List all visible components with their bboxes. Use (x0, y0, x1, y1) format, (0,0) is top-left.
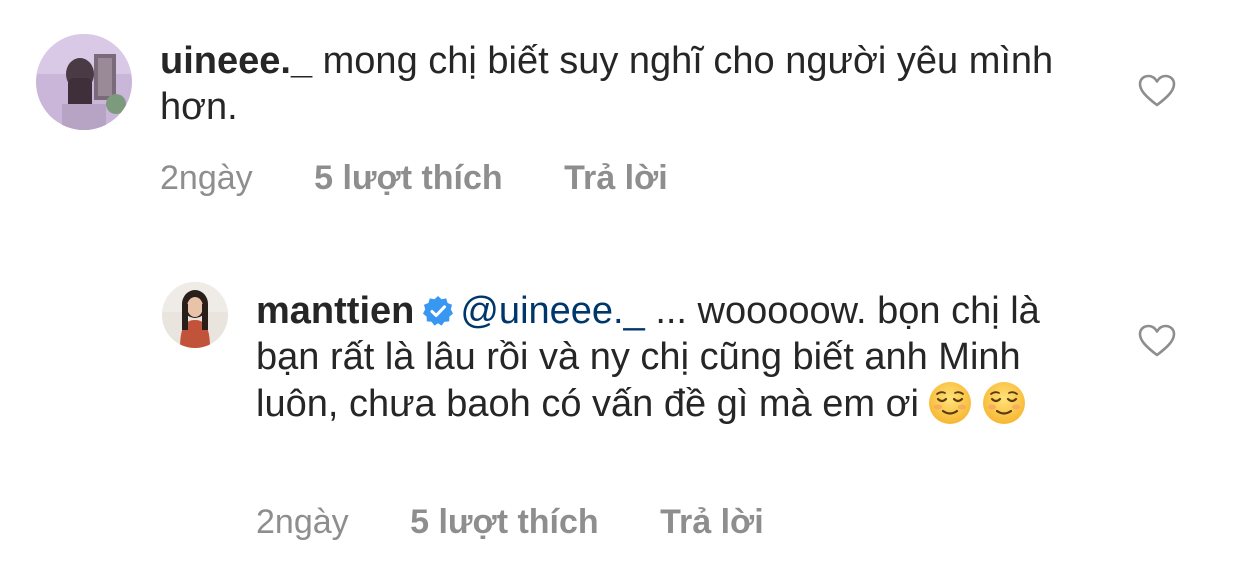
reply-button[interactable]: Trả lời (660, 502, 764, 542)
comment-meta: 2ngày 5 lượt thích Trả lời (256, 502, 764, 542)
comment-likes[interactable]: 5 lượt thích (410, 502, 599, 542)
comment-username[interactable]: manttien (256, 290, 414, 332)
comment-body: uineee._ mong chị biết suy nghĩ cho ngườ… (160, 38, 1080, 130)
mention-link[interactable]: @uineee._ (460, 290, 644, 332)
commenter-avatar[interactable] (36, 34, 132, 130)
user-avatar-icon (162, 282, 228, 348)
verified-badge-icon (423, 296, 454, 326)
comment-time[interactable]: 2ngày (160, 158, 253, 198)
relieved-face-icon (982, 382, 1025, 424)
user-avatar-icon (36, 34, 132, 130)
comment-body: manttien @uineee._ ... wooooow. bọn chị … (256, 288, 1086, 427)
comment-username[interactable]: uineee._ (160, 40, 312, 82)
comment-likes[interactable]: 5 lượt thích (314, 158, 503, 198)
commenter-avatar[interactable] (162, 282, 228, 348)
comment-meta: 2ngày 5 lượt thích Trả lời (160, 158, 668, 198)
heart-outline-icon[interactable] (1138, 74, 1176, 108)
relieved-face-icon (928, 382, 971, 424)
comments-list: uineee._ mong chị biết suy nghĩ cho ngườ… (0, 0, 1242, 569)
heart-outline-icon[interactable] (1138, 324, 1176, 358)
comment-time[interactable]: 2ngày (256, 502, 349, 542)
reply-button[interactable]: Trả lời (564, 158, 668, 198)
